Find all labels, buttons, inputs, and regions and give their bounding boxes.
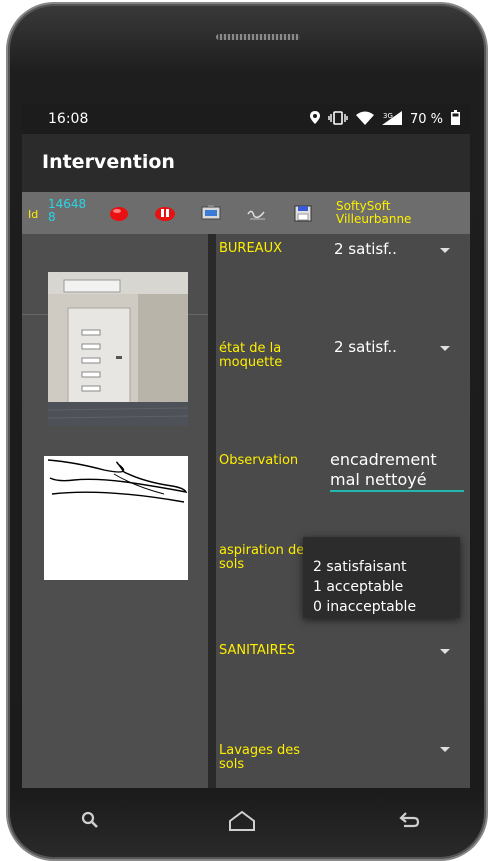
option-satisfaisant[interactable]: 2 satisfaisant [313,559,407,575]
intervention-photo[interactable] [48,272,188,426]
company-line2: Villeurbanne [336,212,412,226]
id-value: 14648 8 [48,197,87,224]
bureaux-label: BUREAUX [219,241,282,256]
company-line1: SoftySoft [336,199,391,213]
vibrate-icon [328,110,348,129]
search-icon[interactable] [80,810,100,834]
lavages-label-line1: Lavages des [219,743,301,758]
app-bar: Intervention [22,134,470,192]
nav-bar [22,788,470,852]
status-time: 16:08 [48,111,89,127]
bureaux-dropdown-icon[interactable] [440,248,450,253]
save-button[interactable] [290,202,316,224]
lavages-dropdown-icon[interactable] [440,747,450,752]
pause-button[interactable] [152,202,178,224]
moquette-label-line2: moquette [219,355,283,370]
battery-icon [451,110,460,129]
option-inacceptable[interactable]: 0 inacceptable [313,599,416,615]
id-label: Id [28,208,39,221]
signature-pad[interactable] [44,456,188,580]
bureaux-select[interactable]: 2 satisf.. [334,240,397,258]
lavages-label-line2: sols [219,757,245,772]
camera-button[interactable] [198,202,224,224]
home-icon[interactable] [228,810,256,836]
wifi-icon [355,111,374,129]
status-bar: 16:08 3G 70 % [22,104,470,134]
panel-separator [208,234,216,788]
aspiration-label-line2: sols [219,557,245,572]
signal-icon: 3G [381,110,402,129]
battery-text: 70 % [409,112,443,127]
location-icon [309,111,320,128]
back-icon[interactable] [398,810,420,834]
observation-underline [330,490,464,492]
observation-line2: mal nettoyé [330,470,427,489]
observation-line1: encadrement [330,450,437,469]
toolbar: Id 14648 8 SoftySoft Villeurbanne [22,192,470,234]
form-panel: BUREAUX 2 satisf.. état de la moquette 2… [216,234,470,788]
signature-button[interactable] [244,202,270,224]
observation-label: Observation [219,453,299,468]
option-acceptable[interactable]: 1 acceptable [313,579,403,595]
moquette-dropdown-icon[interactable] [440,346,450,351]
observation-input[interactable]: encadrement mal nettoyé [330,450,448,490]
record-button[interactable] [106,202,132,224]
aspiration-label: aspiration des sols [219,544,311,572]
aspiration-dropdown-popup: 2 satisfaisant 1 acceptable 0 inacceptab… [303,537,460,618]
sanitaires-dropdown-icon[interactable] [440,649,450,654]
page-title: Intervention [42,151,175,173]
lavages-label: Lavages des sols [219,744,300,772]
media-panel [22,234,208,788]
moquette-label: état de la moquette [219,342,282,370]
speaker-grille [216,34,300,40]
moquette-label-line1: état de la [219,341,282,356]
aspiration-label-line1: aspiration des [219,543,311,558]
sanitaires-label: SANITAIRES [219,643,296,658]
svg-text:3G: 3G [383,112,393,120]
moquette-select[interactable]: 2 satisf.. [334,338,397,356]
company-name: SoftySoft Villeurbanne [336,200,411,226]
screen: 16:08 3G 70 % Intervention Id 14648 8 So… [22,104,470,788]
